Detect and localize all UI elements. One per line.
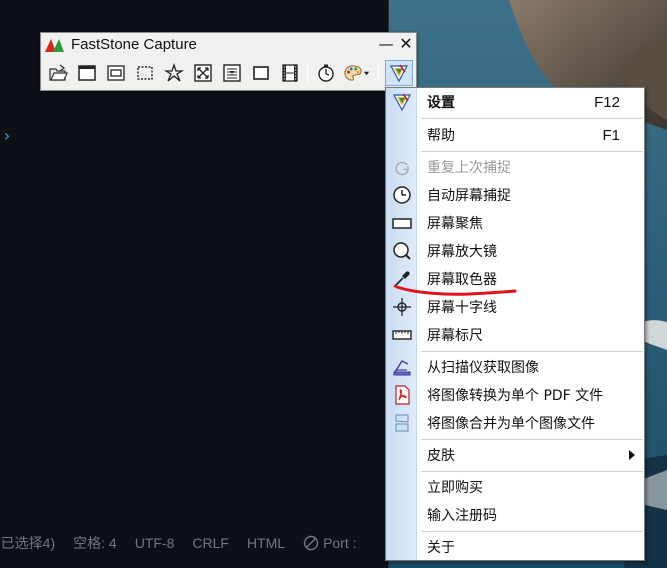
output-palette-button[interactable] — [342, 61, 372, 85]
menu-item-label: 屏幕取色器 — [427, 272, 497, 288]
toolbar-separator — [378, 63, 379, 83]
status-selection[interactable]: (已选择4) — [0, 533, 55, 553]
merge-images-icon — [391, 412, 413, 434]
menu-item-label: 将图像转换为单个 PDF 文件 — [427, 388, 604, 404]
menu-item-buy-now[interactable]: 立即购买 — [386, 473, 644, 501]
menu-item-shortcut: F12 — [594, 93, 620, 111]
menu-item-repeat-last-capture: 重复上次捕捉 — [386, 153, 644, 181]
capture-freehand-icon — [164, 63, 184, 82]
menu-separator — [421, 471, 643, 472]
menu-separator — [421, 118, 643, 119]
open-button[interactable] — [46, 61, 70, 85]
main-menu-icon — [390, 64, 408, 83]
menu-item-label: 屏幕聚焦 — [427, 216, 483, 232]
menu-item-label: 输入注册码 — [427, 508, 497, 524]
screen-record-icon — [282, 64, 298, 82]
open-icon — [49, 64, 68, 81]
settings-icon — [391, 91, 413, 113]
menu-item-help[interactable]: 帮助 F1 — [386, 121, 644, 149]
capture-window-icon — [78, 65, 96, 81]
repeat-icon — [391, 156, 413, 178]
main-menu-button[interactable] — [385, 60, 413, 86]
submenu-arrow-icon — [629, 450, 635, 460]
faststone-title: FastStone Capture — [71, 36, 197, 53]
menu-item-screen-color-picker[interactable]: 屏幕取色器 — [386, 265, 644, 293]
menu-item-label: 关于 — [427, 540, 455, 556]
capture-fullscreen-icon — [194, 64, 212, 82]
editor-statusbar: (已选择4) 空格: 4 UTF-8 CRLF HTML Port : — [0, 529, 389, 557]
ruler-icon — [391, 324, 413, 346]
capture-window-button[interactable] — [75, 61, 99, 85]
menu-item-label: 从扫描仪获取图像 — [427, 360, 539, 376]
menu-item-about[interactable]: 关于 — [386, 533, 644, 561]
faststone-logo-icon — [45, 39, 64, 52]
menu-item-label: 立即购买 — [427, 480, 483, 496]
toolbar-separator — [307, 63, 308, 83]
scanner-icon — [391, 356, 413, 378]
no-port-icon — [303, 535, 319, 551]
delay-timer-icon — [318, 64, 334, 82]
faststone-titlebar[interactable]: FastStone Capture — ✕ — [41, 33, 416, 58]
color-picker-icon — [391, 268, 413, 290]
menu-item-screen-ruler[interactable]: 屏幕标尺 — [386, 321, 644, 349]
menu-item-enter-registration-code[interactable]: 输入注册码 — [386, 501, 644, 529]
menu-item-screen-focus[interactable]: 屏幕聚焦 — [386, 209, 644, 237]
menu-item-combine-images[interactable]: 将图像合并为单个图像文件 — [386, 409, 644, 437]
screen-record-button[interactable] — [278, 61, 302, 85]
faststone-capture-window: FastStone Capture — ✕ — [40, 32, 417, 91]
menu-separator — [421, 439, 643, 440]
menu-item-label: 屏幕十字线 — [427, 300, 497, 316]
menu-item-label: 屏幕标尺 — [427, 328, 483, 344]
status-port-label: Port : — [323, 535, 357, 551]
delay-timer-button[interactable] — [314, 61, 338, 85]
menu-item-shortcut: F1 — [602, 126, 620, 144]
rectangle-icon — [391, 212, 413, 234]
minimize-button[interactable]: — — [378, 34, 394, 54]
capture-object-icon — [107, 65, 125, 81]
dropdown-arrow-icon — [363, 71, 370, 75]
menu-separator — [421, 151, 643, 152]
menu-item-label: 帮助 — [427, 128, 455, 144]
capture-object-button[interactable] — [104, 61, 128, 85]
menu-separator — [421, 351, 643, 352]
status-language[interactable]: HTML — [247, 535, 285, 551]
main-dropdown-menu: 设置 F12 帮助 F1 重复上次捕捉 自动屏幕捕捉 屏幕聚焦 屏幕放大镜 屏幕… — [385, 87, 645, 561]
status-eol[interactable]: CRLF — [192, 535, 229, 551]
capture-fixed-region-icon — [253, 66, 269, 80]
status-encoding[interactable]: UTF-8 — [135, 535, 175, 551]
fold-chevron-icon[interactable]: › — [2, 126, 12, 145]
menu-item-label: 设置 — [427, 95, 455, 111]
capture-freehand-button[interactable] — [162, 61, 186, 85]
capture-rectangle-button[interactable] — [133, 61, 157, 85]
menu-item-skin[interactable]: 皮肤 — [386, 441, 644, 469]
menu-separator — [421, 531, 643, 532]
menu-item-label: 将图像合并为单个图像文件 — [427, 416, 595, 432]
menu-item-label: 重复上次捕捉 — [427, 160, 511, 176]
capture-toolbar — [45, 59, 415, 87]
capture-rectangle-icon — [137, 66, 153, 80]
capture-scrolling-button[interactable] — [220, 61, 244, 85]
capture-fullscreen-button[interactable] — [191, 61, 215, 85]
magnifier-icon — [391, 240, 413, 262]
status-port[interactable]: Port : — [303, 535, 374, 551]
clock-icon — [391, 184, 413, 206]
output-palette-icon — [344, 65, 362, 81]
menu-item-label: 屏幕放大镜 — [427, 244, 497, 260]
close-button[interactable]: ✕ — [398, 34, 414, 54]
capture-scrolling-icon — [223, 64, 241, 82]
capture-fixed-region-button[interactable] — [249, 61, 273, 85]
status-indentation[interactable]: 空格: 4 — [73, 533, 117, 553]
menu-item-label: 自动屏幕捕捉 — [427, 188, 511, 204]
menu-item-label: 皮肤 — [427, 448, 455, 464]
menu-item-acquire-from-scanner[interactable]: 从扫描仪获取图像 — [386, 353, 644, 381]
menu-item-screen-crosshair[interactable]: 屏幕十字线 — [386, 293, 644, 321]
pdf-icon — [391, 384, 413, 406]
crosshair-icon — [391, 296, 413, 318]
menu-item-screen-magnifier[interactable]: 屏幕放大镜 — [386, 237, 644, 265]
menu-item-settings[interactable]: 设置 F12 — [386, 88, 644, 116]
menu-item-convert-to-pdf[interactable]: 将图像转换为单个 PDF 文件 — [386, 381, 644, 409]
menu-item-auto-capture[interactable]: 自动屏幕捕捉 — [386, 181, 644, 209]
